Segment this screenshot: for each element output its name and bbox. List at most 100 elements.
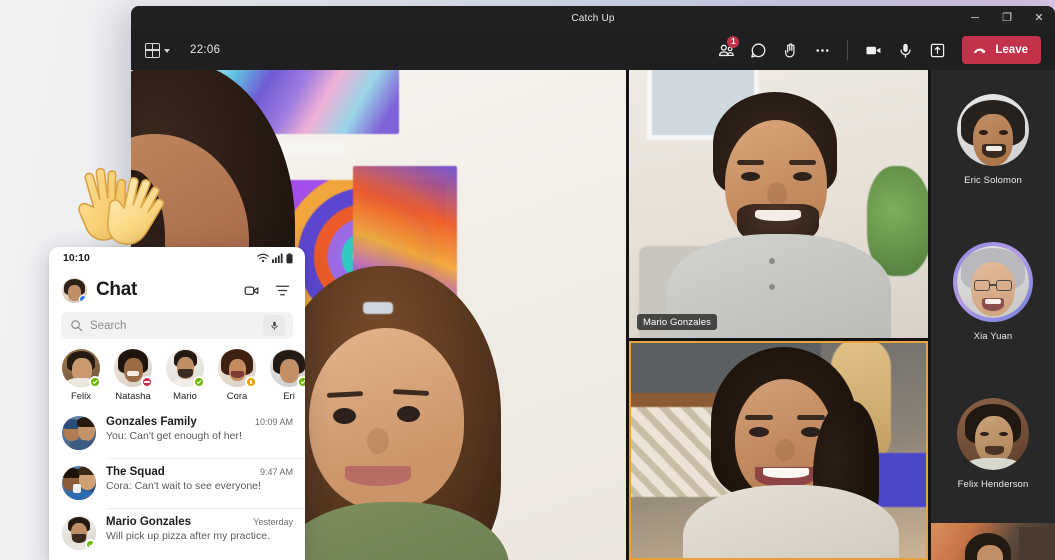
spotlight-scene [631,343,926,558]
phone-status-icons [257,252,293,264]
chat-preview: You: Can't get enough of her! [106,430,242,442]
chat-preview: Cora: Can't wait to see everyone! [106,480,261,492]
mobile-chat-panel: 10:10 Chat Search Felix Natasha Mario Co… [49,247,305,560]
phone-chat-header: Chat [49,269,305,311]
presence-badge [245,376,257,388]
raise-hand-icon [784,42,795,57]
sidebar-participant-xia[interactable]: Xia Yuan [931,242,1055,342]
microphone-button[interactable] [890,35,920,65]
participant-name: Xia Yuan [973,331,1013,342]
chat-header-row: Gonzales Family 10:09 AM [106,416,293,428]
list-item[interactable]: Gonzales Family 10:09 AM You: Can't get … [49,408,305,458]
search-input[interactable]: Search [61,312,293,339]
phone-status-bar: 10:10 [49,247,305,269]
user-avatar[interactable] [62,277,87,303]
window-controls: ─ ❐ ✕ [959,6,1055,30]
chat-name: Mario Gonzales [106,516,191,528]
page-title: Chat [96,279,138,300]
person-chip[interactable]: Felix [60,349,102,402]
avatar [957,94,1029,166]
participant-name: Felix Henderson [957,479,1029,490]
people-carousel[interactable]: Felix Natasha Mario Cora Eri [49,339,305,406]
mario-scene [629,70,928,338]
leave-button[interactable]: Leave [962,36,1041,64]
new-video-call-button[interactable] [240,279,262,301]
mario-video-tile[interactable]: Mario Gonzales [629,70,928,338]
more-options-button[interactable] [807,35,837,65]
person-chip[interactable]: Mario [164,349,206,402]
leave-label: Leave [995,44,1028,56]
person-name: Mario [173,391,197,402]
additional-participant-tile[interactable] [931,523,1055,560]
hangup-icon [974,48,986,54]
person-chip[interactable]: Natasha [112,349,154,402]
person-name: Natasha [115,391,151,402]
filter-button[interactable] [271,279,293,301]
xia-avatar-wrap-speaking [953,242,1033,322]
camera-button[interactable] [858,35,888,65]
list-item[interactable]: Mario Gonzales Yesterday Will pick up pi… [49,508,305,558]
group-avatar [62,466,96,500]
participant-name-label: Mario Gonzales [637,314,717,330]
meeting-toolbar: 22:06 1 Leave [131,30,1055,70]
voice-search-button[interactable] [263,315,285,336]
toolbar-right-group: 1 Leave [711,35,1041,65]
person-chip[interactable]: Cora [216,349,258,402]
chat-name: The Squad [106,466,165,478]
close-button[interactable]: ✕ [1023,6,1055,30]
person-name: Felix [70,391,92,402]
chat-button[interactable] [743,35,773,65]
microphone-icon [900,43,911,58]
chat-bubble-icon [751,42,766,58]
avatar [270,349,305,388]
spotlight-video-tile[interactable] [629,341,928,560]
toolbar-divider [847,40,849,60]
felix-avatar-wrap [957,398,1029,470]
minimize-button[interactable]: ─ [959,6,991,30]
avatar [957,398,1029,470]
avatar [114,349,153,388]
microphone-icon [270,321,278,330]
person-name: Eri [283,391,295,402]
search-icon [71,320,83,332]
share-screen-button[interactable] [922,35,952,65]
chat-content: The Squad 9:47 AM Cora: Can't wait to se… [106,466,293,500]
person-avatar [62,516,96,550]
raise-hand-button[interactable] [775,35,805,65]
chat-time: 9:47 AM [259,467,293,477]
eric-avatar-wrap [957,94,1029,166]
people-button[interactable]: 1 [711,35,741,65]
share-screen-icon [930,43,945,57]
group-avatar [62,416,96,450]
signal-icon [272,253,283,263]
chat-header-row: Mario Gonzales Yesterday [106,516,293,528]
check-icon [88,542,93,547]
ellipsis-icon [816,48,829,52]
restore-button[interactable]: ❐ [991,6,1023,30]
chat-content: Gonzales Family 10:09 AM You: Can't get … [106,416,293,450]
layout-button[interactable] [145,42,170,58]
grid-layout-icon [145,42,160,58]
chat-preview: Will pick up pizza after my practice. [106,530,270,542]
camera-icon [866,46,881,54]
chat-time: Yesterday [253,517,293,527]
wifi-icon [257,253,269,263]
presence-badge [85,539,96,550]
window-title: Catch Up [571,12,615,24]
chat-content: Mario Gonzales Yesterday Will pick up pi… [106,516,293,550]
sidebar-participant-felix[interactable]: Felix Henderson [931,398,1055,490]
meeting-clock: 22:06 [190,44,221,56]
person-chip[interactable]: Eri [268,349,305,402]
participant-sidebar: Eric Solomon Xia Yuan Felix Henderson [931,70,1055,560]
check-icon [92,380,98,385]
toolbar-left-group: 22:06 [145,42,221,58]
presence-badge [89,376,101,388]
sidebar-participant-eric[interactable]: Eric Solomon [931,94,1055,186]
window-titlebar: Catch Up ─ ❐ ✕ [131,6,1055,30]
person-name: Cora [226,391,248,402]
chat-header-row: The Squad 9:47 AM [106,466,293,478]
middle-tile-column: Mario Gonzales [629,70,928,560]
chat-name: Gonzales Family [106,416,197,428]
check-icon [300,380,305,385]
list-item[interactable]: The Squad 9:47 AM Cora: Can't wait to se… [49,458,305,508]
